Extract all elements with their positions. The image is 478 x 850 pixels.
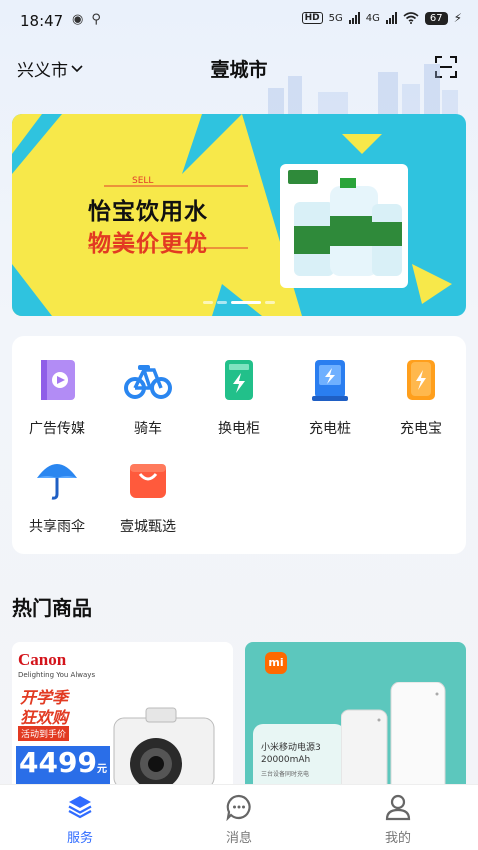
ad-media-icon — [41, 360, 75, 400]
status-time: 18:47 — [20, 12, 64, 30]
chat-icon — [226, 794, 251, 822]
banner-pagination — [12, 301, 466, 304]
service-label: 充电桩 — [309, 421, 351, 437]
signal-icon — [348, 12, 360, 24]
umbrella-icon — [37, 464, 77, 500]
charging-pile-icon — [312, 360, 348, 401]
service-label: 充电宝 — [400, 421, 442, 437]
power-bank-name: 小米移动电源3 — [261, 743, 321, 753]
banner-subheadline: 物美价更优 — [88, 231, 208, 257]
tab-label: 服务 — [66, 831, 93, 846]
tab-label: 消息 — [225, 831, 252, 846]
service-label: 广告传媒 — [29, 421, 85, 437]
services-grid: 广告传媒 骑车 换电柜 充电桩 充电宝 共享雨伞 壹城甄选 — [12, 336, 466, 554]
power-bank-image — [341, 682, 446, 792]
network-4g-label: 4G — [365, 12, 380, 24]
status-bar: 18:47 ◉ ⚲ HD 5G 4G 67 ⚡ — [0, 0, 478, 44]
notification-icon: ◉ — [72, 12, 84, 27]
power-bank-icon — [407, 360, 435, 400]
signal-icon — [385, 12, 397, 24]
usb-icon: ⚲ — [91, 12, 101, 27]
network-5g-label: 5G — [328, 12, 343, 24]
battery-indicator: 67 — [424, 11, 448, 25]
skyline-decoration — [268, 64, 458, 118]
service-ad-media[interactable]: 广告传媒 — [12, 356, 102, 438]
promo-price-label: 活动到手价 — [18, 726, 70, 741]
tab-messages[interactable]: 消息 — [199, 793, 279, 846]
banner-sell-label: SELL — [132, 176, 154, 186]
charging-icon: ⚡ — [453, 11, 462, 25]
service-power-bank[interactable]: 充电宝 — [376, 356, 466, 438]
service-battery-swap[interactable]: 换电柜 — [194, 356, 284, 438]
service-bicycle[interactable]: 骑车 — [103, 356, 193, 438]
layers-icon — [68, 796, 92, 819]
service-label: 换电柜 — [218, 421, 260, 437]
tab-label: 我的 — [384, 831, 411, 846]
bicycle-icon — [124, 365, 172, 399]
battery-swap-cabinet-icon — [225, 360, 253, 400]
camera-image — [113, 707, 215, 790]
hd-badge: HD — [301, 12, 323, 24]
service-selection[interactable]: 壹城甄选 — [103, 454, 193, 536]
canon-logo: Canon — [18, 650, 67, 669]
power-bank-capacity: 20000mAh — [261, 755, 311, 765]
service-label: 骑车 — [134, 421, 162, 437]
user-icon — [385, 794, 411, 821]
water-product-image — [280, 164, 408, 288]
price-value: 4499 — [19, 746, 97, 779]
hot-products-title: 热门商品 — [12, 596, 92, 620]
wifi-icon — [403, 12, 419, 24]
promo-price: 4499元 — [16, 746, 110, 787]
service-umbrella[interactable]: 共享雨伞 — [12, 454, 102, 536]
service-charging-pile[interactable]: 充电桩 — [285, 356, 375, 438]
product-card-power-bank[interactable]: mi 小米移动电源3 20000mAh 三台设备同时充电 — [245, 642, 466, 792]
power-bank-panel: 小米移动电源3 20000mAh 三台设备同时充电 — [253, 724, 345, 792]
mi-logo: mi — [265, 652, 287, 674]
bottom-tab-bar: 服务 消息 我的 — [0, 784, 478, 850]
shopping-bag-icon — [130, 464, 166, 498]
service-label: 壹城甄选 — [120, 519, 176, 535]
service-label: 共享雨伞 — [29, 519, 85, 535]
canon-tagline: Delighting You Always — [18, 671, 96, 679]
promo-banner[interactable]: SELL 怡宝饮用水 物美价更优 — [12, 114, 466, 316]
promo-line-2: 狂欢购 — [20, 708, 69, 727]
banner-headline: 怡宝饮用水 — [88, 199, 208, 225]
power-bank-note: 三台设备同时充电 — [261, 771, 310, 778]
tab-profile[interactable]: 我的 — [358, 793, 438, 846]
tab-services[interactable]: 服务 — [40, 793, 120, 846]
product-card-canon[interactable]: Canon Delighting You Always 开学季 狂欢购 活动到手… — [12, 642, 233, 792]
